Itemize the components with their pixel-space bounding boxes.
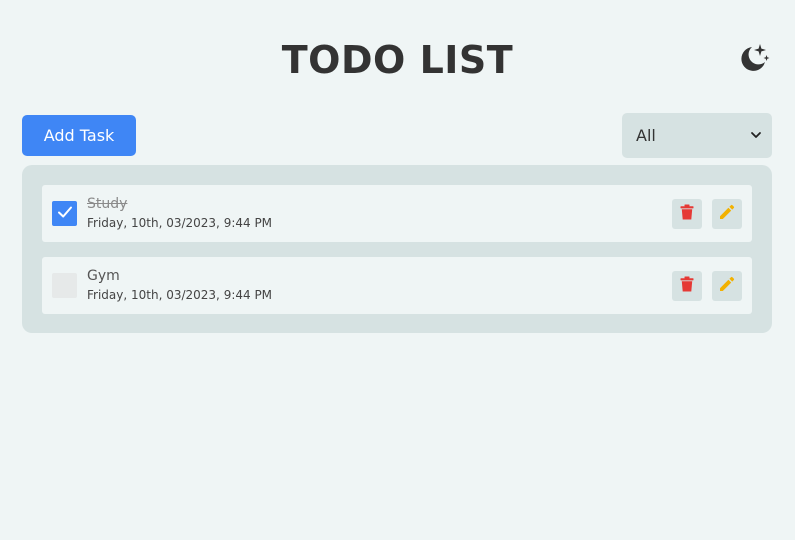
- moon-stars-icon[interactable]: [736, 42, 770, 76]
- edit-task-button[interactable]: [712, 199, 742, 229]
- task-checkbox[interactable]: [52, 201, 77, 226]
- page-title: TODO LIST: [281, 38, 514, 82]
- edit-task-button[interactable]: [712, 271, 742, 301]
- pencil-icon: [719, 204, 735, 224]
- task-title: Study: [87, 196, 128, 212]
- delete-task-button[interactable]: [672, 199, 702, 229]
- task-list: Study Friday, 10th, 03/2023, 9:44 PM Gym…: [22, 165, 772, 333]
- todo-app: TODO LIST Add Task All Study Friday, 10t…: [0, 0, 795, 540]
- pencil-icon: [719, 276, 735, 296]
- add-task-button[interactable]: Add Task: [22, 115, 136, 156]
- filter-selected-value: All: [636, 126, 656, 145]
- trash-icon: [680, 204, 694, 224]
- filter-select[interactable]: All: [622, 113, 772, 158]
- chevron-down-icon: [750, 126, 762, 145]
- trash-icon: [680, 276, 694, 296]
- delete-task-button[interactable]: [672, 271, 702, 301]
- task-timestamp: Friday, 10th, 03/2023, 9:44 PM: [87, 288, 273, 302]
- task-item: Study Friday, 10th, 03/2023, 9:44 PM: [42, 185, 752, 242]
- checkmark-icon: [56, 203, 74, 225]
- task-checkbox[interactable]: [52, 273, 77, 298]
- task-timestamp: Friday, 10th, 03/2023, 9:44 PM: [87, 216, 273, 230]
- task-item: Gym Friday, 10th, 03/2023, 9:44 PM: [42, 257, 752, 314]
- task-title: Gym: [87, 268, 120, 284]
